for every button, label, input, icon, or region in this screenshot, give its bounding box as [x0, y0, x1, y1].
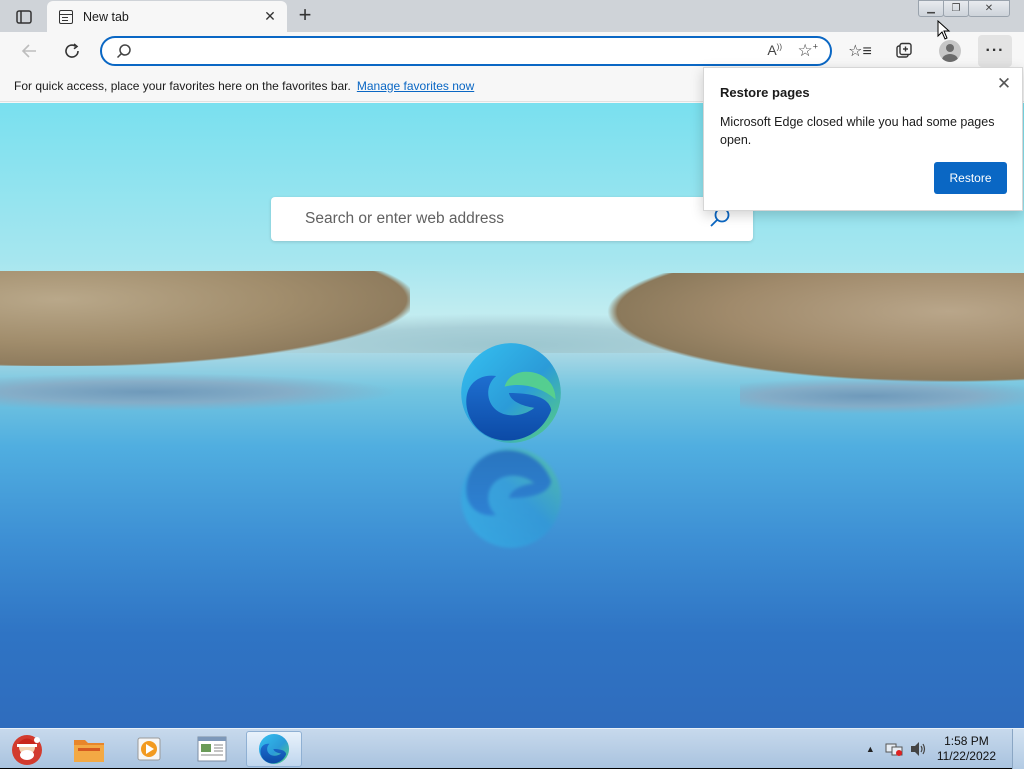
close-window-button[interactable]: ✕ [968, 0, 1010, 17]
search-icon [116, 44, 131, 59]
refresh-icon [65, 43, 79, 58]
web-search-box[interactable] [271, 197, 753, 241]
new-tab-button[interactable]: + [292, 4, 318, 27]
collections-icon [896, 42, 912, 58]
minimize-button[interactable]: ▁ [918, 0, 944, 17]
document-icon [197, 736, 227, 762]
toolbar: A)) ☆+ ☆≡ ··· [0, 32, 1024, 70]
dialog-title: Restore pages [720, 85, 810, 100]
start-orb-icon [12, 735, 42, 765]
close-icon[interactable]: ✕ [994, 74, 1014, 94]
web-search-input[interactable] [305, 209, 705, 229]
browser-window: New tab ✕ + ▁ ❐ ✕ A)) ☆+ ☆≡ ··· For quic… [0, 0, 1024, 728]
restore-window-button[interactable]: ❐ [943, 0, 969, 17]
background-hill-right [604, 273, 1024, 383]
show-desktop-button[interactable] [1012, 729, 1024, 769]
tab-actions-button[interactable] [10, 6, 38, 28]
close-tab-icon[interactable]: ✕ [263, 9, 277, 23]
taskbar: ▲ 1:58 PM 11/22/2022 [0, 728, 1024, 769]
start-button[interactable] [3, 730, 51, 768]
clock-date: 11/22/2022 [936, 749, 996, 763]
manage-favorites-link[interactable]: Manage favorites now [357, 79, 474, 93]
favorites-icon: ☆≡ [848, 43, 872, 60]
edge-logo-reflection [461, 448, 561, 548]
taskbar-app-document-viewer[interactable] [184, 731, 240, 767]
background-shoreline-right [740, 378, 1024, 414]
network-icon[interactable] [885, 741, 903, 757]
window-controls: ▁ ❐ ✕ [918, 0, 1010, 17]
mouse-cursor-icon [937, 20, 951, 40]
clock-time: 1:58 PM [944, 734, 989, 748]
tab-strip: New tab ✕ + ▁ ❐ ✕ [0, 0, 1024, 32]
taskbar-app-file-explorer[interactable] [61, 731, 117, 767]
restore-window-icon: ❐ [951, 3, 961, 14]
address-input[interactable] [142, 42, 742, 60]
profile-icon[interactable] [939, 40, 961, 62]
folder-icon [74, 740, 104, 762]
close-icon: ✕ [984, 3, 994, 14]
system-tray: ▲ 1:58 PM 11/22/2022 [866, 729, 1024, 769]
dialog-message: Microsoft Edge closed while you had some… [720, 115, 995, 147]
taskbar-app-media-player[interactable] [122, 731, 178, 767]
favorites-button[interactable]: ☆≡ [848, 40, 872, 62]
tab-actions-icon [16, 10, 32, 24]
back-arrow-icon [21, 44, 36, 58]
edge-logo-icon [461, 343, 561, 443]
read-aloud-icon[interactable]: A)) [767, 42, 782, 58]
background-hill-left [0, 271, 410, 366]
address-bar[interactable]: A)) ☆+ [100, 36, 832, 66]
restore-pages-dialog: Restore pages ✕ Microsoft Edge closed wh… [703, 67, 1023, 211]
back-button[interactable] [16, 39, 42, 63]
add-favorite-icon[interactable]: ☆+ [797, 41, 818, 61]
favorites-bar-message: For quick access, place your favorites h… [14, 78, 351, 93]
new-tab-page-icon [59, 9, 73, 24]
tab-new-tab[interactable]: New tab ✕ [47, 1, 287, 32]
edge-icon [258, 733, 290, 765]
volume-icon[interactable] [909, 741, 927, 757]
collections-button[interactable] [892, 40, 916, 62]
taskbar-app-microsoft-edge[interactable] [246, 731, 302, 767]
show-hidden-icons-button[interactable]: ▲ [866, 744, 875, 754]
media-player-icon [137, 737, 161, 761]
restore-button[interactable]: Restore [934, 162, 1007, 194]
system-clock[interactable]: 1:58 PM 11/22/2022 [937, 734, 996, 764]
refresh-button[interactable] [59, 39, 85, 63]
more-button[interactable]: ··· [978, 35, 1012, 67]
tab-title: New tab [83, 9, 129, 24]
minimize-icon: ▁ [927, 3, 935, 14]
more-icon: ··· [985, 42, 1005, 59]
background-shoreline [0, 373, 400, 411]
